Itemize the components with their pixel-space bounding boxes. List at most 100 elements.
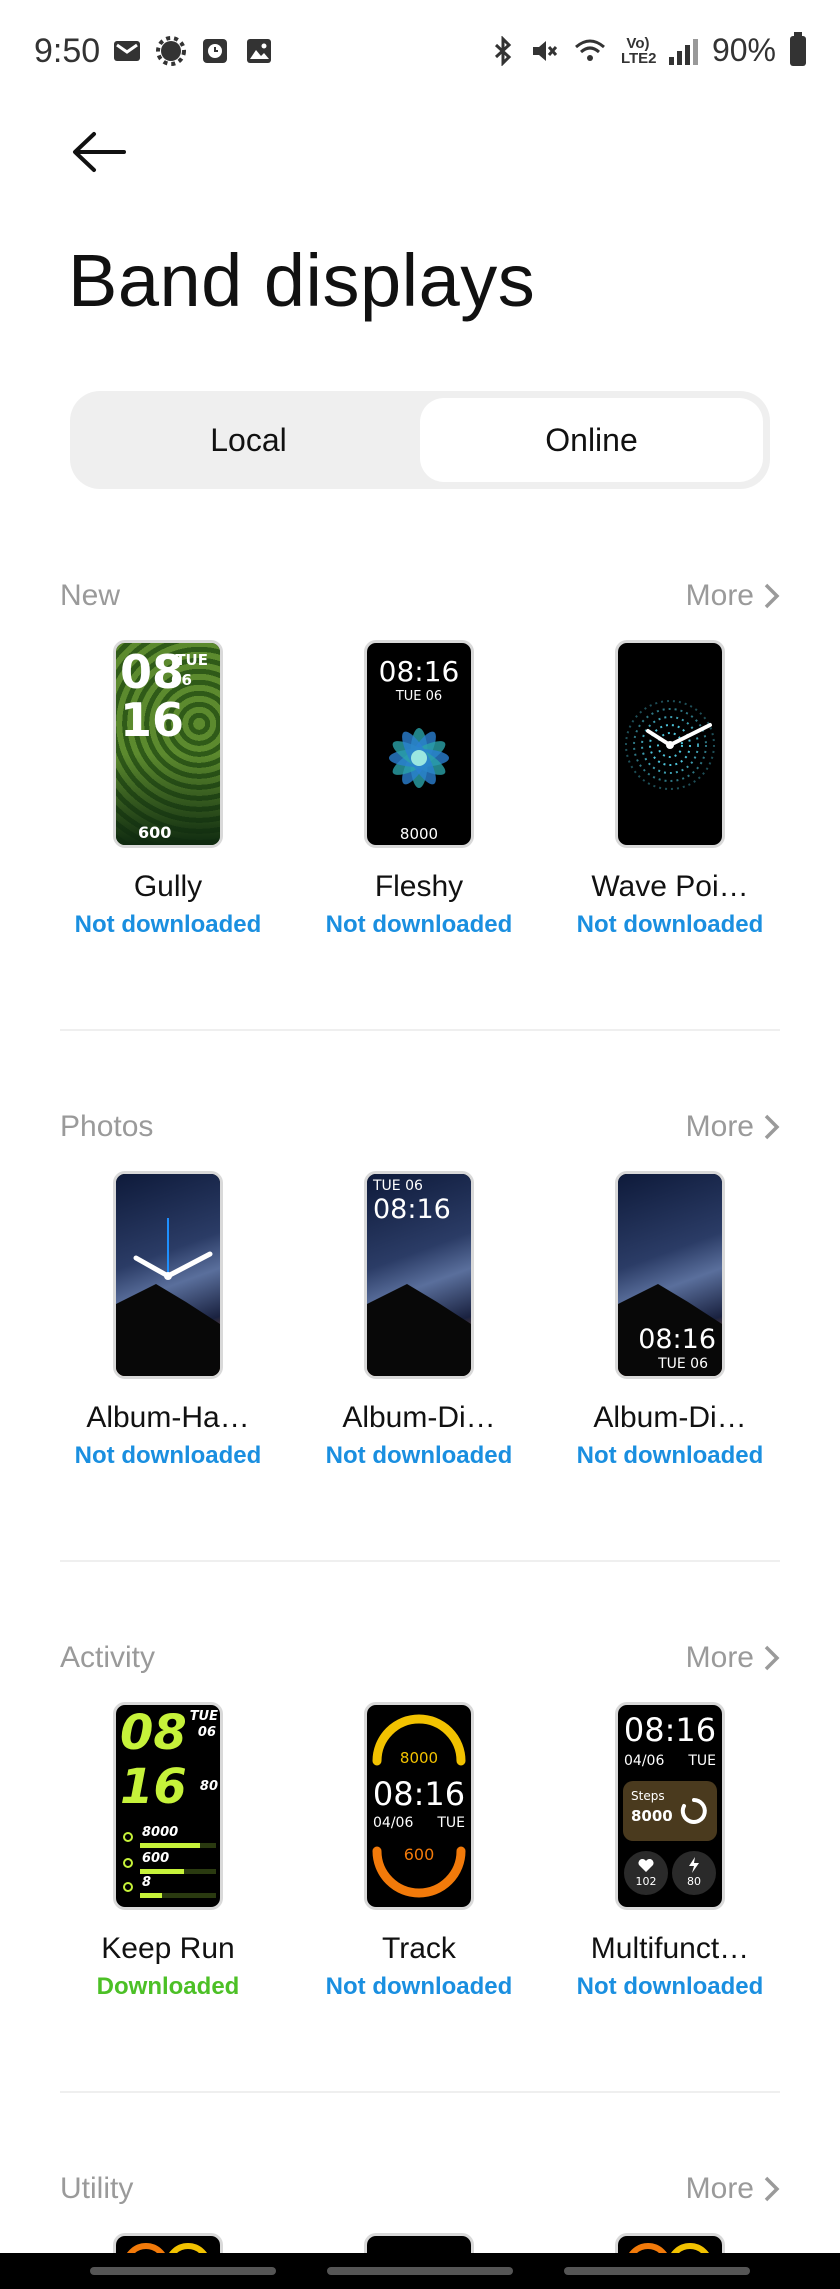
watchface-preview: 8000 08:16 04/06 TUE 600 xyxy=(364,1702,474,1910)
watchface-card[interactable]: TUE 06 08:16 Album-Di… Not downloaded xyxy=(294,1171,544,1471)
face-time: 08:16 xyxy=(623,1711,717,1749)
watchface-preview xyxy=(364,2233,474,2253)
face-steps: 8000 xyxy=(142,1825,179,1840)
face-power: 80 xyxy=(687,1875,701,1888)
download-status: Not downloaded xyxy=(576,1973,764,2000)
watchface-card[interactable]: 08:16 TUE 06 Album-Di… Not downloaded xyxy=(545,1171,795,1471)
ring-graphic xyxy=(127,2243,207,2253)
mail-icon xyxy=(114,41,140,61)
section-title: Photos xyxy=(60,1110,154,1143)
more-button[interactable]: More xyxy=(686,579,782,613)
section-title: Utility xyxy=(60,2172,134,2205)
more-label: More xyxy=(685,1641,754,1674)
source-tabs: Local Online xyxy=(70,391,770,489)
face-calories: 600 xyxy=(142,1851,170,1866)
watchface-card[interactable]: 08 16 TUE 06 600 Gully Not downloaded xyxy=(43,640,293,940)
download-status: Not downloaded xyxy=(74,1442,262,1469)
download-status: Downloaded xyxy=(96,1973,240,2000)
face-time: 08:16 xyxy=(638,1324,716,1355)
back-nav-button[interactable] xyxy=(564,2267,750,2275)
watchface-name: Album-Di… xyxy=(593,1401,747,1434)
watchface-name: Wave Poi… xyxy=(591,870,749,903)
face-stands: 8 xyxy=(142,1875,152,1890)
watchface-preview xyxy=(615,2233,725,2253)
back-button[interactable] xyxy=(70,120,140,184)
analog-hands xyxy=(133,1218,213,1280)
battery-icon xyxy=(790,31,806,66)
tab-local[interactable]: Local xyxy=(77,398,420,482)
more-label: More xyxy=(685,1110,754,1143)
face-heart-rate: 102 xyxy=(635,1875,657,1888)
mute-icon xyxy=(532,40,558,61)
download-status: Not downloaded xyxy=(74,911,262,938)
watchface-card[interactable]: 08:16 04/06 TUE Steps 8000 102 80 Multif… xyxy=(545,1702,795,2002)
chevron-right-icon xyxy=(764,583,780,609)
battery-percent: 90% xyxy=(711,32,776,68)
gear-icon xyxy=(156,36,186,66)
more-button[interactable]: More xyxy=(686,1641,782,1675)
heart-widget: 102 xyxy=(624,1851,668,1895)
status-bar: 9:50 Vo) LTE2 90% xyxy=(0,0,840,104)
status-time: 9:50 xyxy=(34,32,101,70)
watchface-card[interactable]: Wave Poi… Not downloaded xyxy=(545,640,795,940)
heart-icon xyxy=(638,1859,654,1872)
section-activity: Activity More 08 16 TUE 06 80 8000 600 8… xyxy=(0,1638,840,2038)
tab-online[interactable]: Online xyxy=(420,398,763,482)
network-label: Vo) LTE2 xyxy=(620,34,657,67)
chevron-right-icon xyxy=(764,1645,780,1671)
download-status: Not downloaded xyxy=(325,1442,513,1469)
clock-icon xyxy=(203,39,227,63)
face-date: 06 xyxy=(197,1725,216,1740)
face-time: 08:16 xyxy=(372,1775,466,1813)
watchface-name: Keep Run xyxy=(101,1932,235,1965)
watchface-preview xyxy=(615,640,725,848)
face-date: 04/06 xyxy=(373,1815,414,1831)
face-steps: 8000 xyxy=(399,1749,439,1767)
flower-graphic xyxy=(389,728,449,788)
face-time: 08:16 xyxy=(378,655,460,688)
watchface-card[interactable]: 08 16 TUE 06 80 8000 600 8 Keep Run Down… xyxy=(43,1702,293,2002)
download-status: Not downloaded xyxy=(576,911,764,938)
notification-icons xyxy=(112,36,274,66)
recent-apps-button[interactable] xyxy=(90,2267,276,2275)
face-day: TUE xyxy=(688,1753,716,1769)
watchface-name: Album-Ha… xyxy=(86,1401,250,1434)
face-time: 08:16 xyxy=(373,1194,451,1225)
face-date: TUE 06 xyxy=(395,689,443,704)
face-power: 80 xyxy=(199,1779,218,1794)
section-divider xyxy=(60,1560,780,1562)
face-date: 06 xyxy=(171,671,192,689)
face-steps: 600 xyxy=(138,823,172,842)
watchface-name: Album-Di… xyxy=(342,1401,496,1434)
section-divider xyxy=(60,1029,780,1031)
section-new: New More 08 16 TUE 06 600 Gully Not down… xyxy=(0,576,840,976)
face-minute: 16 xyxy=(120,693,185,747)
watchface-name: Multifunct… xyxy=(590,1932,750,1965)
watchface-preview: 08 16 TUE 06 80 8000 600 8 xyxy=(113,1702,223,1910)
watchface-preview xyxy=(113,1171,223,1379)
face-day: TUE xyxy=(437,1815,465,1831)
steps-widget: Steps 8000 xyxy=(623,1781,717,1841)
watchface-card[interactable]: Album-Ha… Not downloaded xyxy=(43,1171,293,1471)
wifi-icon xyxy=(574,39,605,61)
face-date: TUE 06 xyxy=(658,1356,708,1372)
watchface-card[interactable]: 8000 08:16 04/06 TUE 600 Track Not downl… xyxy=(294,1702,544,2002)
watchface-preview: 08:16 TUE 06 8000 xyxy=(364,640,474,848)
watchface-card[interactable]: 08:16 TUE 06 8000 Fleshy Not downloaded xyxy=(294,640,544,940)
system-icons: Vo) LTE2 90% xyxy=(491,31,806,69)
home-button[interactable] xyxy=(327,2267,513,2275)
chevron-right-icon xyxy=(764,2176,780,2202)
page-title: Band displays xyxy=(68,239,536,322)
section-photos: Photos More Album-Ha… Not downloaded TUE… xyxy=(0,1107,840,1507)
watchface-preview xyxy=(113,2233,223,2253)
more-label: More xyxy=(685,579,754,612)
face-date: 04/06 xyxy=(624,1753,665,1769)
arrow-left-icon xyxy=(73,132,126,172)
power-widget: 80 xyxy=(672,1851,716,1895)
more-button[interactable]: More xyxy=(686,1110,782,1144)
more-button[interactable]: More xyxy=(686,2172,782,2206)
section-divider xyxy=(60,2091,780,2093)
watchface-name: Gully xyxy=(133,870,203,903)
watchface-preview: 08:16 04/06 TUE Steps 8000 102 80 xyxy=(615,1702,725,1910)
watchface-name: Fleshy xyxy=(374,870,464,903)
